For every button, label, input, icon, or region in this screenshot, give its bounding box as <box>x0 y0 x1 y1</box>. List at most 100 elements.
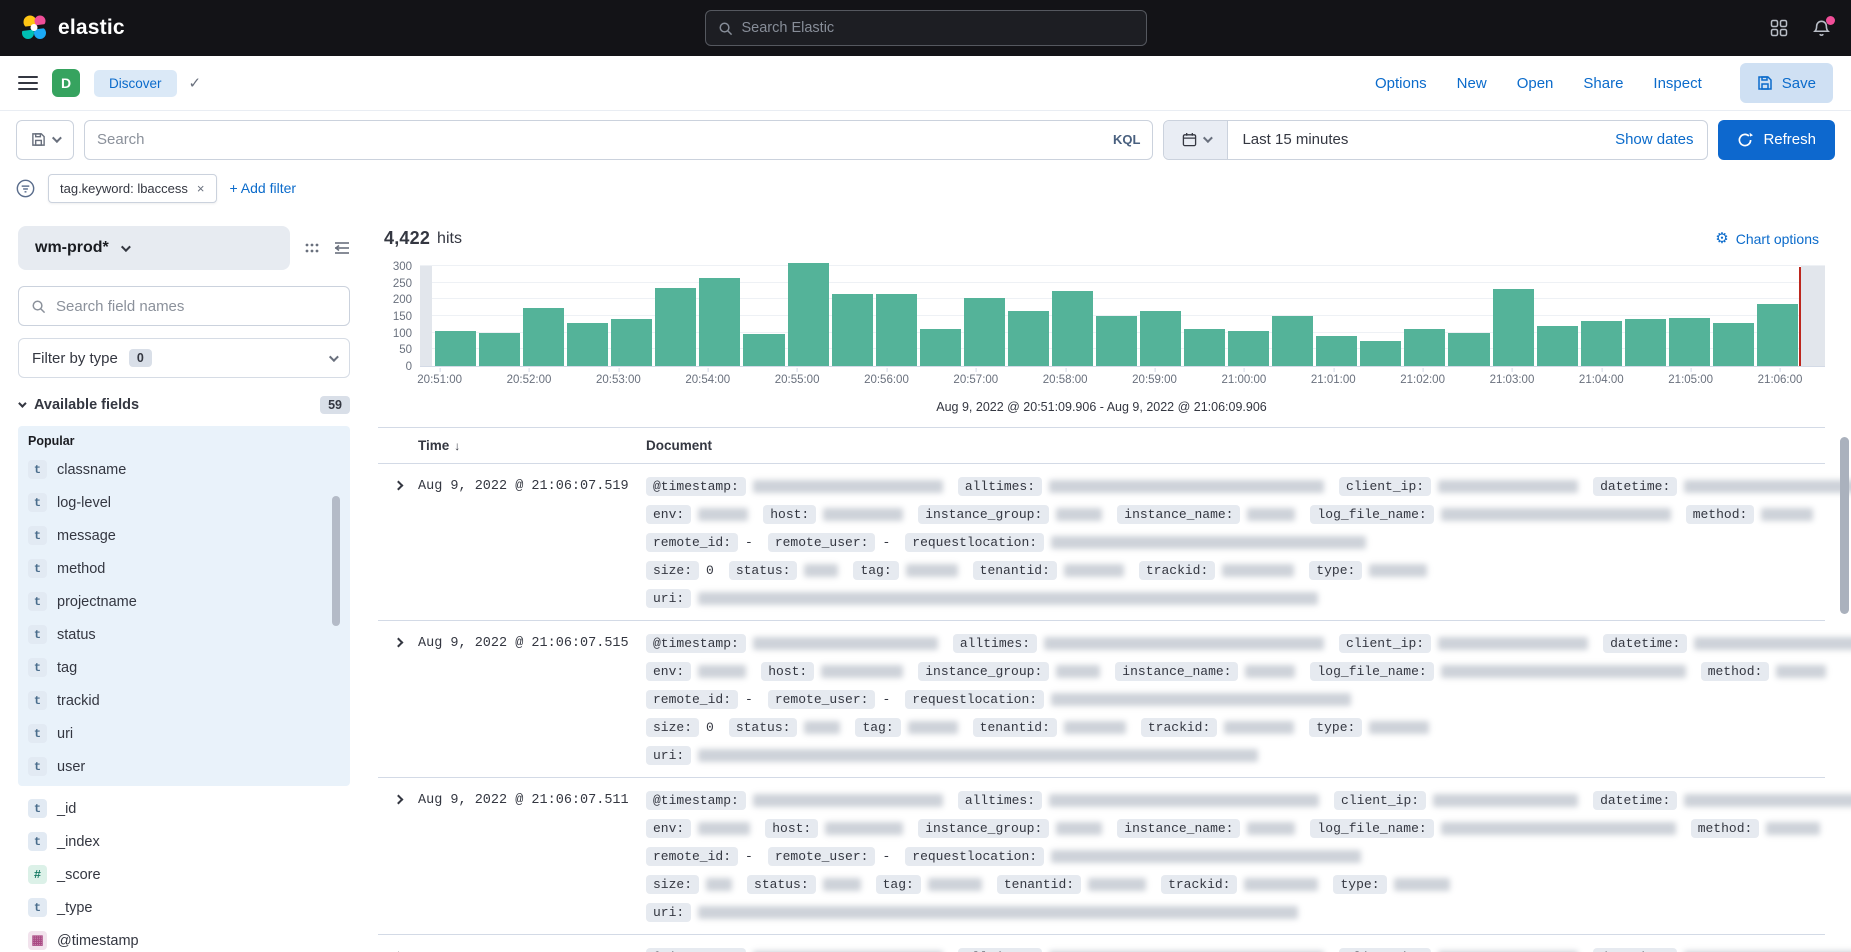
breadcrumb[interactable]: Discover <box>94 70 177 97</box>
sidebar-field-user[interactable]: tuser <box>18 750 350 783</box>
saved-state-check-icon[interactable]: ✓ <box>189 74 202 92</box>
collapse-sidebar-icon[interactable] <box>334 241 350 255</box>
histogram-bar[interactable] <box>479 333 520 366</box>
histogram-bar[interactable] <box>743 334 784 366</box>
filter-pill[interactable]: tag.keyword: lbaccess × <box>48 174 217 203</box>
histogram-bar[interactable] <box>1316 336 1357 366</box>
menu-icon[interactable] <box>18 76 38 90</box>
histogram-bar[interactable] <box>1625 319 1666 366</box>
histogram-bar[interactable] <box>1493 289 1534 366</box>
toolbar-link-share[interactable]: Share <box>1583 75 1623 92</box>
query-input[interactable]: Search KQL <box>84 120 1153 160</box>
doc-field: @timestamp: <box>646 948 943 952</box>
histogram-bar[interactable] <box>1581 321 1622 366</box>
histogram-bar[interactable] <box>1272 316 1313 366</box>
histogram-bar[interactable] <box>1228 331 1269 366</box>
remove-filter-icon[interactable]: × <box>197 181 205 196</box>
histogram-bar[interactable] <box>1052 291 1093 366</box>
doc-field-name: instance_group: <box>918 819 1049 838</box>
expand-row-button[interactable] <box>378 477 418 608</box>
histogram-bar[interactable] <box>876 294 917 366</box>
histogram-bar[interactable] <box>964 298 1005 366</box>
x-axis-label: 20:53:00 <box>596 374 641 386</box>
add-filter-link[interactable]: + Add filter <box>230 180 297 196</box>
histogram-bar[interactable] <box>1669 318 1710 366</box>
filter-set-icon[interactable] <box>16 179 35 198</box>
histogram-bar[interactable] <box>1448 333 1489 366</box>
chevron-down-icon <box>329 352 339 362</box>
sidebar-field-tag[interactable]: ttag <box>18 651 350 684</box>
sidebar-field-_index[interactable]: t_index <box>18 825 350 858</box>
notifications-icon[interactable] <box>1812 19 1831 38</box>
redacted-value <box>1056 665 1100 678</box>
saved-query-menu-button[interactable] <box>16 120 74 160</box>
elastic-home-link[interactable]: elastic <box>20 14 125 42</box>
sidebar-field-log-level[interactable]: tlog-level <box>18 486 350 519</box>
histogram-bar[interactable] <box>788 263 829 366</box>
sidebar-field-classname[interactable]: tclassname <box>18 453 350 486</box>
toolbar-link-options[interactable]: Options <box>1375 75 1427 92</box>
histogram-bar[interactable] <box>1360 341 1401 366</box>
global-search-input[interactable]: Search Elastic <box>705 10 1147 46</box>
show-dates-link[interactable]: Show dates <box>1615 131 1693 148</box>
field-search-input[interactable]: Search field names <box>18 286 350 326</box>
doc-field: @timestamp: <box>646 791 943 810</box>
doc-field-name: datetime: <box>1593 948 1677 952</box>
histogram-bar[interactable] <box>920 329 961 366</box>
sidebar-field-status[interactable]: tstatus <box>18 618 350 651</box>
toolbar-link-open[interactable]: Open <box>1517 75 1554 92</box>
kql-language-button[interactable]: KQL <box>1113 132 1140 147</box>
histogram-bar[interactable] <box>655 288 696 366</box>
doc-field: datetime: <box>1593 477 1851 496</box>
sidebar-field-_score[interactable]: #_score <box>18 858 350 891</box>
sidebar-field-method[interactable]: tmethod <box>18 552 350 585</box>
date-picker-button[interactable] <box>1164 121 1228 159</box>
histogram-bar[interactable] <box>523 308 564 366</box>
expand-row-button[interactable] <box>378 791 418 922</box>
expand-row-button[interactable] <box>378 634 418 765</box>
doc-field: instance_name: <box>1117 819 1295 838</box>
histogram-bar[interactable] <box>1404 329 1445 366</box>
sidebar-field-projectname[interactable]: tprojectname <box>18 585 350 618</box>
expand-row-button[interactable] <box>378 948 418 952</box>
time-range-button[interactable]: Last 15 minutes Show dates <box>1228 121 1707 159</box>
doc-field: instance_name: <box>1117 505 1295 524</box>
available-fields-header[interactable]: Available fields 59 <box>18 396 350 414</box>
refresh-button[interactable]: Refresh <box>1718 120 1835 160</box>
histogram-bar[interactable] <box>611 319 652 366</box>
histogram-bar[interactable] <box>1713 323 1754 366</box>
row-document: @timestamp:alltimes:client_ip:datetime:e… <box>646 634 1825 765</box>
apps-icon[interactable] <box>1770 19 1788 37</box>
table-scrollbar[interactable] <box>1840 437 1849 614</box>
field-list-options-icon[interactable] <box>304 241 320 255</box>
save-button[interactable]: Save <box>1740 63 1833 103</box>
histogram-bar[interactable] <box>832 294 873 366</box>
histogram-bar[interactable] <box>1008 311 1049 366</box>
string-field-icon: t <box>28 592 47 611</box>
histogram-bar[interactable] <box>699 278 740 366</box>
space-avatar[interactable]: D <box>52 69 80 97</box>
string-field-icon: t <box>28 757 47 776</box>
sidebar-field-trackid[interactable]: ttrackid <box>18 684 350 717</box>
row-time: Aug 9, 2022 @ 21:06:07.519 <box>418 477 646 608</box>
histogram-bar[interactable] <box>567 323 608 366</box>
histogram-bar[interactable] <box>1537 326 1578 366</box>
toolbar-link-new[interactable]: New <box>1457 75 1487 92</box>
sidebar-field-_type[interactable]: t_type <box>18 891 350 924</box>
histogram-bar[interactable] <box>1096 316 1137 366</box>
column-header-time[interactable]: Time ↓ <box>378 438 646 453</box>
sidebar-field-_id[interactable]: t_id <box>18 792 350 825</box>
histogram-bar[interactable] <box>1140 311 1181 366</box>
sidebar-field-@timestamp[interactable]: ▦@timestamp <box>18 924 350 952</box>
sidebar-scrollbar[interactable] <box>332 496 340 626</box>
filter-by-type-select[interactable]: Filter by type 0 <box>18 338 350 378</box>
histogram-bar[interactable] <box>435 331 476 366</box>
histogram-bar[interactable] <box>1757 304 1798 366</box>
doc-field: requestlocation: <box>905 847 1361 866</box>
sidebar-field-uri[interactable]: turi <box>18 717 350 750</box>
toolbar-link-inspect[interactable]: Inspect <box>1653 75 1701 92</box>
histogram-bar[interactable] <box>1184 329 1225 366</box>
sidebar-field-message[interactable]: tmessage <box>18 519 350 552</box>
data-view-picker[interactable]: wm-prod* <box>18 226 290 270</box>
chart-options-button[interactable]: ⚙ Chart options <box>1715 231 1819 247</box>
